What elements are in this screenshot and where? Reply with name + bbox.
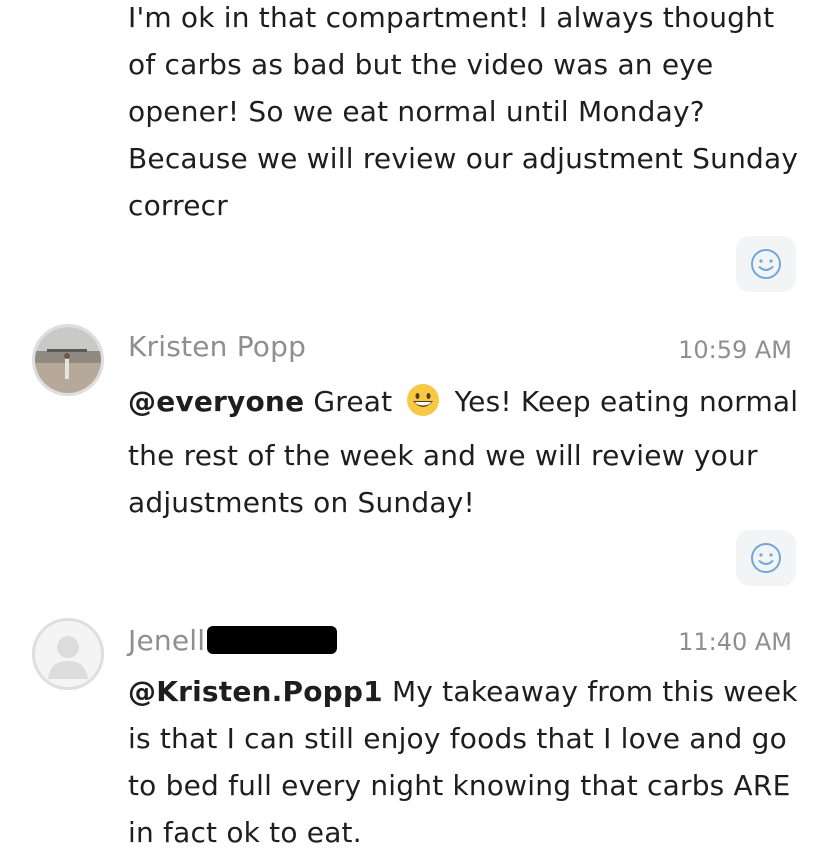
beach-photo-avatar	[35, 327, 101, 393]
redaction-bar	[207, 626, 338, 654]
message-text: I'm ok in that compartment! I always tho…	[128, 1, 799, 222]
smiley-add-reaction-icon	[751, 543, 781, 573]
smiley-add-reaction-icon	[751, 249, 781, 279]
add-reaction-button[interactable]	[736, 530, 796, 586]
default-user-avatar	[35, 621, 101, 687]
grinning-face-emoji	[405, 382, 441, 432]
message-timestamp: 11:40 AM	[678, 628, 792, 656]
message-timestamp: 10:59 AM	[678, 336, 792, 364]
message-text: Great	[313, 385, 393, 418]
mention-user[interactable]: @Kristen.Popp1	[128, 675, 383, 708]
add-reaction-button[interactable]	[736, 236, 796, 292]
author-name[interactable]: Kristen Popp	[128, 330, 306, 363]
message-body: I'm ok in that compartment! I always tho…	[128, 0, 808, 229]
author-name[interactable]: Jenell	[128, 624, 338, 657]
message-body: @everyone Great Yes! Keep eating normal …	[128, 378, 808, 526]
mention-everyone[interactable]: @everyone	[128, 385, 304, 418]
message-body: @Kristen.Popp1 My takeaway from this wee…	[128, 668, 808, 856]
avatar[interactable]	[32, 324, 104, 396]
avatar[interactable]	[32, 618, 104, 690]
